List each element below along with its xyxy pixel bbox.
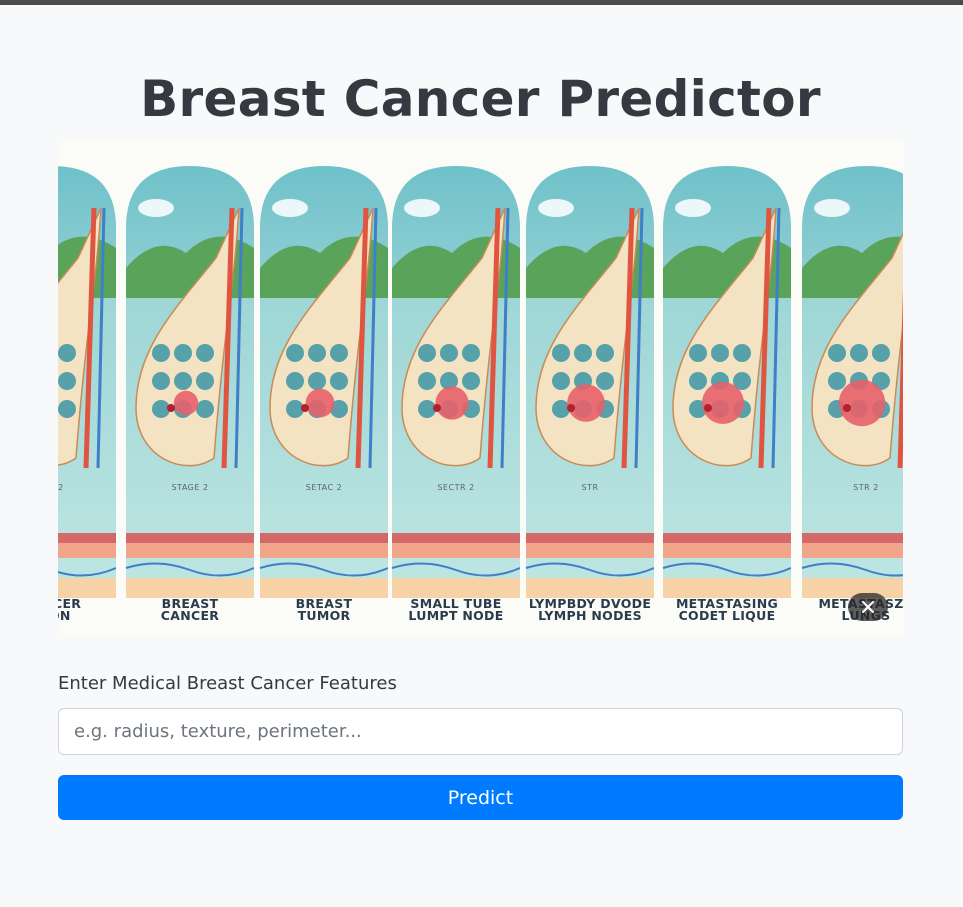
stage-label: STR 2 [853, 483, 879, 492]
panel-label-line2: CODET LIQUE [679, 608, 776, 623]
stage-panel: SECTR 2SMALL TUBELUMPT NODE [391, 163, 526, 633]
stage-label: SETAC 2 [306, 483, 342, 492]
hero-illustration: S R 2CANCERNIONSTAGE 2BREASTCANCERSETAC … [58, 138, 903, 638]
predict-button[interactable]: Predict [58, 775, 903, 820]
features-input[interactable] [58, 708, 903, 755]
features-label: Enter Medical Breast Cancer Features [58, 673, 397, 694]
stage-panel: SETAC 2BREASTTUMOR [259, 163, 394, 633]
cancer-stages-illustration: S R 2CANCERNIONSTAGE 2BREASTCANCERSETAC … [58, 163, 903, 633]
stage-panel: STRLYMPBDY DVODELYMPH NODES [525, 163, 660, 633]
stage-panel: STR 2METASTASZIILUNGS [801, 166, 903, 623]
stage-label: SECTR 2 [437, 483, 474, 492]
panel-label-line2: CANCER [161, 608, 220, 623]
expand-icon[interactable] [848, 593, 888, 621]
panel-label-line2: NION [58, 608, 71, 623]
stage-panel: S R 2CANCERNION [58, 163, 122, 633]
panel-label-line2: TUMOR [298, 608, 351, 623]
stage-label: S R 2 [58, 483, 64, 492]
stage-label: STR [581, 483, 598, 492]
panel-label-line2: LYMPH NODES [538, 608, 642, 623]
stage-panel: STAGE 2BREASTCANCER [125, 163, 260, 633]
page-title: Breast Cancer Predictor [140, 70, 821, 128]
stage-label: STAGE 2 [171, 483, 208, 492]
panel-label-line2: LUMPT NODE [408, 608, 503, 623]
stage-panel: METASTASINGCODET LIQUE [662, 163, 797, 633]
top-border [0, 0, 963, 5]
